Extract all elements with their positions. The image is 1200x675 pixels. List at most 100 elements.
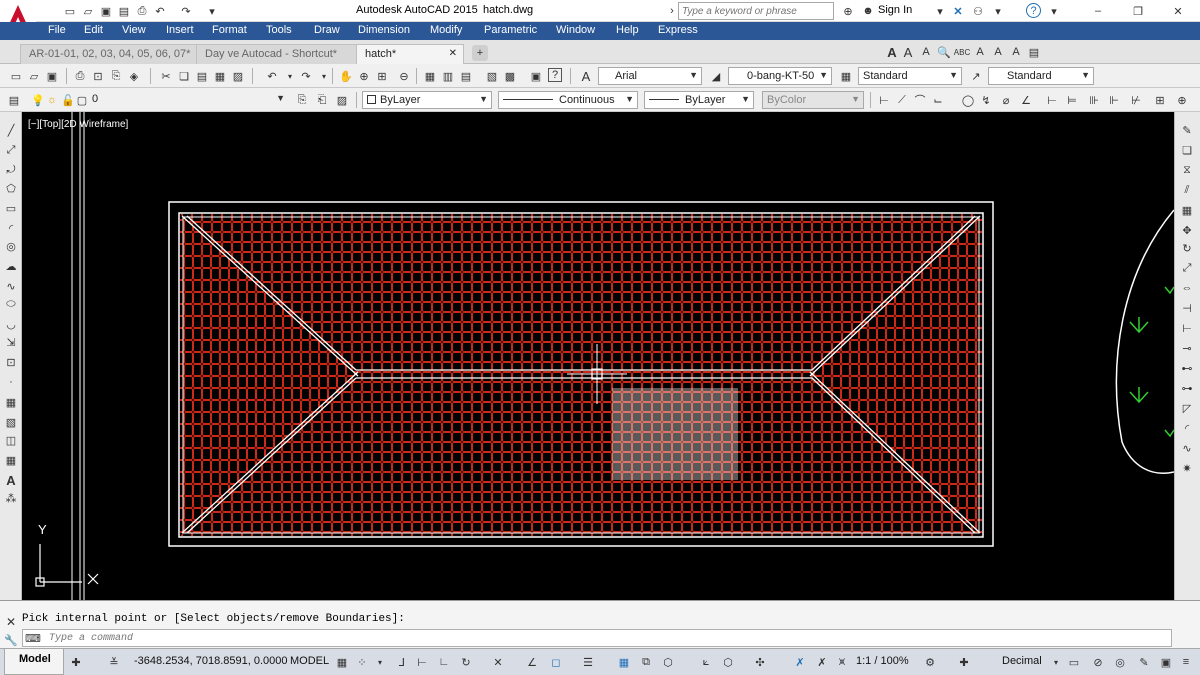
workspace-icon[interactable]: ⚙ (922, 654, 938, 670)
publish-icon[interactable]: ⎘ (108, 68, 124, 84)
clean-screen-icon[interactable]: ▣ (1158, 654, 1174, 670)
find-text-icon[interactable]: 🔍 (936, 44, 952, 60)
exchange-apps-icon[interactable]: ✕ (950, 3, 966, 19)
zoom-realtime-icon[interactable]: ⊕ (356, 68, 372, 84)
linear-dimension-icon[interactable]: ⊢ (876, 92, 892, 108)
sheet-set-icon[interactable]: ▧ (484, 68, 500, 84)
rectangle-icon[interactable]: ▭ (3, 200, 19, 216)
qnew-icon[interactable]: ▭ (8, 68, 24, 84)
text-justify-icon[interactable]: A (990, 44, 1006, 60)
dynamic-input-icon[interactable]: ⊢ (414, 654, 430, 670)
copy-object-icon[interactable]: ❏ (1179, 142, 1195, 158)
signin-link[interactable]: Sign In (878, 4, 912, 16)
menu-view[interactable]: View (122, 24, 146, 36)
menu-tools[interactable]: Tools (266, 24, 292, 36)
line-icon[interactable]: ╱ (3, 122, 19, 138)
trim-icon[interactable]: ⊣ (1179, 300, 1195, 316)
3d-object-snap-icon[interactable]: ⬡ (660, 654, 676, 670)
gizmo-icon[interactable]: ✣ (752, 654, 768, 670)
layout-menu-icon[interactable]: ≚ (106, 654, 122, 670)
properties-icon[interactable]: ▦ (422, 68, 438, 84)
insert-block-icon[interactable]: ⇲ (3, 334, 19, 350)
menu-draw[interactable]: Draw (314, 24, 340, 36)
annotation-scale-value[interactable]: 1:1 / 100% (856, 655, 909, 667)
plot-icon[interactable]: ⎙ (72, 68, 88, 84)
object-snap-icon[interactable]: ◻ (548, 654, 564, 670)
dimension-style-combo[interactable]: 0-bang-KT-50 ▼ (728, 67, 832, 85)
snap-icon[interactable]: ⁘ (354, 654, 370, 670)
tolerance-icon[interactable]: ⊞ (1152, 92, 1168, 108)
model-space-toggle[interactable]: MODEL (290, 655, 329, 667)
transparency-icon[interactable]: ▦ (616, 654, 632, 670)
tool-palettes-icon[interactable]: ▤ (458, 68, 474, 84)
undo-icon[interactable]: ↶ (264, 68, 280, 84)
coordinate-display[interactable]: -3648.2534, 7018.8591, 0.0000 (134, 655, 288, 667)
quick-dimension-icon[interactable]: ⊢ (1044, 92, 1060, 108)
lineweight-icon[interactable]: ☰ (580, 654, 596, 670)
help-icon[interactable]: ? (548, 68, 562, 82)
make-block-icon[interactable]: ⊡ (3, 354, 19, 370)
spline-icon[interactable]: ∿ (3, 278, 19, 294)
text-annotative-icon[interactable]: A (900, 44, 916, 60)
layer-combo[interactable]: 0 ▼ (88, 91, 288, 109)
make-current-layer-icon[interactable]: ⎘ (294, 92, 310, 108)
block-editor-icon[interactable]: ▨ (230, 68, 246, 84)
text-style-icon[interactable]: A (884, 44, 900, 60)
undo-icon[interactable]: ↶ (152, 3, 168, 19)
scale-icon[interactable]: ⤢ (1179, 260, 1195, 276)
menu-modify[interactable]: Modify (430, 24, 462, 36)
menu-insert[interactable]: Insert (166, 24, 194, 36)
point-icon[interactable]: · (3, 374, 19, 390)
undo-dropdown-icon[interactable]: ▾ (282, 68, 298, 84)
jogged-dimension-icon[interactable]: ↯ (978, 92, 994, 108)
erase-icon[interactable]: ✎ (1179, 122, 1195, 138)
command-input[interactable] (49, 631, 1149, 645)
blend-icon[interactable]: ∿ (1179, 440, 1195, 456)
save-icon[interactable]: ▣ (98, 3, 114, 19)
customize-icon[interactable]: 🔧 (3, 632, 19, 648)
quick-access-dropdown-icon[interactable]: ▾ (204, 3, 220, 19)
move-icon[interactable]: ✥ (1179, 222, 1195, 238)
aligned-dimension-icon[interactable]: ⟋ (894, 92, 910, 108)
linetype-combo[interactable]: Continuous ▼ (498, 91, 638, 109)
save-as-icon[interactable]: ▤ (116, 3, 132, 19)
annotation-monitor-icon[interactable]: ✚ (956, 654, 972, 670)
polyline-icon[interactable]: ⤾ (3, 162, 19, 178)
match-properties-icon[interactable]: ▦ (212, 68, 228, 84)
revision-cloud-icon[interactable]: ☁ (3, 258, 19, 274)
help-dropdown-icon[interactable]: ▾ (1046, 3, 1062, 19)
fillet-icon[interactable]: ◜ (1179, 420, 1195, 436)
minimize-icon[interactable]: – (1090, 3, 1106, 19)
paste-icon[interactable]: ▤ (194, 68, 210, 84)
drawing-canvas[interactable]: [−][Top][2D Wireframe] Y (22, 112, 1174, 600)
arc-length-icon[interactable]: ⌒ (912, 92, 928, 108)
close-command-line-icon[interactable]: ✕ (3, 614, 19, 630)
save-icon[interactable]: ▣ (44, 68, 60, 84)
menu-format[interactable]: Format (212, 24, 247, 36)
table-style-icon[interactable]: ▦ (838, 68, 854, 84)
ordinate-dimension-icon[interactable]: ⌙ (930, 92, 946, 108)
continue-dimension-icon[interactable]: ⊪ (1086, 92, 1102, 108)
units-dropdown-icon[interactable]: ▾ (1048, 654, 1064, 670)
menu-edit[interactable]: Edit (84, 24, 103, 36)
dynamic-ucs-icon[interactable]: ⟀ (698, 654, 714, 670)
hardware-acceleration-icon[interactable]: ✎ (1136, 654, 1152, 670)
ellipse-arc-icon[interactable]: ◡ (3, 316, 19, 332)
redo-icon[interactable]: ↷ (178, 3, 194, 19)
menu-parametric[interactable]: Parametric (484, 24, 537, 36)
layer-properties-icon[interactable]: ▤ (6, 92, 22, 108)
baseline-dimension-icon[interactable]: ⊨ (1064, 92, 1080, 108)
layer-previous-icon[interactable]: ⎗ (314, 92, 330, 108)
extend-icon[interactable]: ⊢ (1179, 320, 1195, 336)
text-space-icon[interactable]: ▤ (1026, 44, 1042, 60)
menu-express[interactable]: Express (658, 24, 698, 36)
quickcalc-icon[interactable]: ▣ (528, 68, 544, 84)
construction-line-icon[interactable]: ⤢ (3, 142, 19, 158)
color-combo[interactable]: ByLayer ▼ (362, 91, 492, 109)
model-tab[interactable]: Model (4, 649, 64, 675)
table-icon[interactable]: ▦ (3, 452, 19, 468)
help-icon[interactable]: ? (1026, 3, 1041, 18)
layer-freeze-icon[interactable]: ☼ (44, 92, 60, 108)
break-at-point-icon[interactable]: ⊸ (1179, 340, 1195, 356)
break-icon[interactable]: ⊷ (1179, 360, 1195, 376)
